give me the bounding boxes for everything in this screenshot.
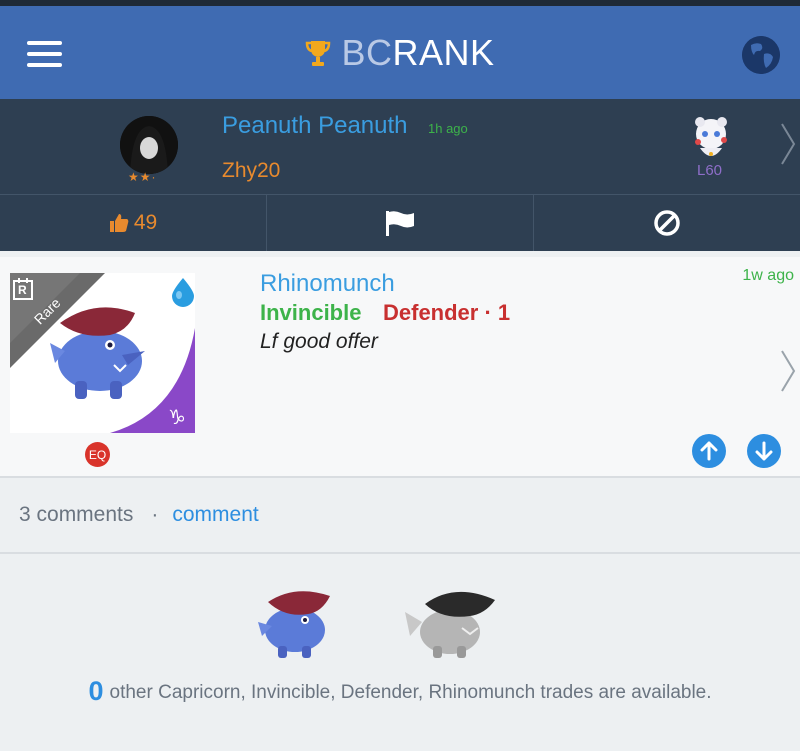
globe-icon[interactable] <box>742 36 780 74</box>
capricorn-icon: ♑ <box>168 407 186 429</box>
user-rank-stars: ★★· <box>128 170 157 184</box>
block-button[interactable] <box>534 195 800 251</box>
other-trades-message: 0 other Capricorn, Invincible, Defender, … <box>0 676 800 707</box>
report-button[interactable] <box>267 195 534 251</box>
trait-defender: Defender · 1 <box>383 300 511 325</box>
chevron-right-icon[interactable] <box>780 122 796 171</box>
wanted-user[interactable]: Zhy20 <box>222 159 280 183</box>
rarity-tag-letter: R <box>18 283 27 297</box>
other-trades-text: other Capricorn, Invincible, Defender, R… <box>109 682 712 703</box>
arrow-up-icon <box>700 441 718 461</box>
separator-dot: · <box>151 503 159 526</box>
trade-note: Lf good offer <box>260 330 378 353</box>
flag-icon <box>386 211 414 236</box>
water-drop-icon <box>172 278 194 307</box>
user-name[interactable]: Peanuth Peanuth <box>222 112 408 140</box>
pet-name[interactable]: Rhinomunch <box>260 270 395 298</box>
similar-trades: 0 other Capricorn, Invincible, Defender, … <box>0 554 800 751</box>
level-pet-icon <box>695 117 727 156</box>
user-level: L60 <box>697 162 723 179</box>
thumbs-up-icon <box>109 214 129 232</box>
brand-prefix: BC <box>341 31 393 73</box>
other-trades-count: 0 <box>88 676 104 706</box>
hamburger-menu-icon[interactable] <box>27 41 62 67</box>
app-bar: BCRANK <box>0 6 800 99</box>
trophy-icon <box>306 40 331 66</box>
brand-suffix: RANK <box>392 31 495 73</box>
user-avatar[interactable] <box>120 116 178 174</box>
like-count: 49 <box>133 211 158 234</box>
comment-count[interactable]: 3 comments <box>19 503 133 527</box>
trait-invincible: Invincible <box>260 300 362 325</box>
trade-owner-header[interactable]: Peanuth Peanuth 1h ago Zhy20 ★★· L60 <box>0 99 800 194</box>
like-button[interactable]: 49 <box>0 195 267 251</box>
listing-time: 1w ago <box>742 267 794 284</box>
pet-card-image[interactable]: R Rare ♑ <box>10 273 195 433</box>
posted-time: 1h ago <box>428 121 468 136</box>
trade-action-bar: 49 <box>0 194 800 251</box>
chevron-right-icon[interactable] <box>780 349 796 398</box>
arrow-down-icon <box>755 441 773 461</box>
comments-bar: 3 comments · comment <box>0 478 800 554</box>
add-comment-link[interactable]: comment <box>172 503 258 527</box>
pet-thumbnail-locked[interactable] <box>400 582 500 662</box>
block-icon <box>654 210 680 236</box>
trade-listing-card[interactable]: R Rare ♑ EQ Rhinomunch Invincible Defend… <box>0 257 800 478</box>
eq-badge: EQ <box>85 442 110 467</box>
brand-logo[interactable]: BCRANK <box>305 32 494 74</box>
pet-thumbnail[interactable] <box>250 582 340 662</box>
upvote-button[interactable] <box>692 434 726 468</box>
downvote-button[interactable] <box>747 434 781 468</box>
